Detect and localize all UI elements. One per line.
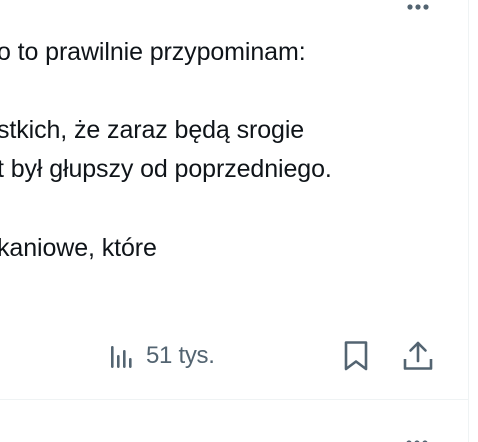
analytics-icon bbox=[106, 341, 136, 371]
share-icon bbox=[403, 341, 433, 370]
share-button[interactable] bbox=[401, 339, 435, 373]
bookmark-button[interactable] bbox=[340, 340, 372, 372]
more-dots-icon bbox=[407, 4, 429, 10]
tweet-line: t był głupszy od poprzedniego. bbox=[0, 155, 332, 183]
more-dots-icon[interactable] bbox=[402, 436, 432, 442]
views-button[interactable]: 51 tys. bbox=[106, 338, 215, 374]
more-options-button[interactable] bbox=[398, 0, 438, 14]
tweet-actions-bar: 51 tys. bbox=[0, 338, 468, 374]
tweet-view: o to prawilnie przypominam: stkich, że z… bbox=[0, 0, 478, 442]
tweet-line: o to prawilnie przypominam: bbox=[0, 38, 306, 66]
tweet-line: stkich, że zaraz będą srogie bbox=[0, 116, 305, 144]
tweet-line: kaniowe, które bbox=[0, 234, 157, 262]
views-count: 51 tys. bbox=[146, 342, 215, 369]
next-tweet bbox=[0, 400, 468, 442]
bookmark-icon bbox=[344, 341, 368, 371]
timeline-border bbox=[468, 0, 469, 442]
